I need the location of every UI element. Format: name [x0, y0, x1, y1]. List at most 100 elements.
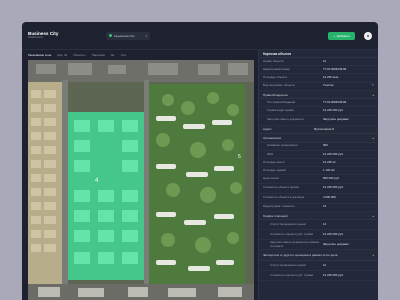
field-label: Статус проведения оценки — [270, 222, 306, 226]
top-bar: Business City Dashboard Кузьминки City ▾… — [22, 22, 378, 50]
panel-header: Карточка объекта — [259, 50, 378, 58]
field-row[interactable]: Загрузка самого документа Загрузить докум… — [259, 116, 378, 126]
field-row[interactable]: Стоимость объекта в договоре 4 000 000 — [259, 194, 378, 204]
field-row[interactable]: Название организации 000 — [259, 143, 378, 151]
avatar-initial: A — [366, 33, 370, 38]
tab-objects[interactable]: Объекты — [73, 53, 85, 57]
tab-parking[interactable]: Парковки — [92, 53, 105, 57]
object-card-panel: Карточка объекта Номер объекта 12 Кадастро… — [258, 50, 378, 300]
add-button[interactable]: + Добавить — [328, 31, 355, 40]
section-org[interactable]: Организация ▴ — [259, 134, 378, 143]
field-row[interactable]: Площадь земли 13 225 м² — [259, 159, 378, 168]
field-row[interactable]: Статус проведения оценки 12 — [259, 261, 378, 272]
field-value: 000 — [322, 143, 328, 148]
chevron-up-icon: ▴ — [372, 135, 374, 140]
field-label: Площадь зданий — [263, 168, 286, 173]
field-value: 13 225 000 руб. — [322, 185, 344, 190]
field-value: Участок — [322, 83, 334, 88]
field-label: Площадь объекта — [263, 75, 288, 80]
field-row[interactable]: Тип правообладания 77:01:0004049:96 — [259, 99, 378, 108]
field-label: Номер объекта — [263, 58, 284, 63]
section-address[interactable]: Адрес Бухгалтерия 9 — [259, 125, 378, 135]
field-row[interactable]: Стоимость сделки в руб. Сумма 13 225 000 … — [259, 230, 378, 241]
field-value: 77:01:0004049:96 — [322, 67, 347, 72]
section-rights[interactable]: Правообладатель ▴ — [259, 90, 378, 100]
section-address-title: Адрес — [263, 127, 272, 132]
field-row[interactable]: Стоимость объекта сделки 13 225 000 руб. — [259, 184, 378, 194]
field-label: Цена земли — [263, 176, 279, 181]
field-value: 13 225 000 руб. — [322, 232, 344, 236]
plus-icon: + — [333, 33, 336, 38]
field-value: 13 225 000 руб. — [322, 108, 344, 113]
field-row[interactable]: Площадь объекта 13 225 кв.м. — [259, 74, 378, 83]
field-label: Стоимость сделки в руб. Сумма — [270, 273, 314, 277]
tab-cadastral[interactable]: Кад. № — [57, 53, 67, 57]
tab-bar: Межевание зона Кад. № Объекты Парковки З… — [22, 50, 258, 59]
chevron-up-icon: ▴ — [372, 92, 374, 97]
field-value: 13 225 кв.м. — [322, 75, 339, 80]
avatar[interactable]: A — [364, 31, 372, 40]
aerial-map-image: 4 5 — [28, 60, 254, 300]
field-row[interactable]: Статус проведения оценки 12 — [259, 220, 378, 231]
field-value: 13 225 м² — [322, 159, 336, 164]
plot-label: 5 — [238, 154, 241, 160]
field-label: Стоимость сделки в руб. Сумма — [270, 232, 314, 236]
field-value: 12 — [322, 263, 327, 267]
field-value: 1 100 м2 — [322, 168, 335, 173]
field-row[interactable]: Стоимость сделки в руб. Сумма 13 225 000 … — [259, 271, 378, 282]
field-label: Сумма кадастровая — [267, 108, 294, 113]
field-value: 12 — [322, 222, 327, 226]
tab-gen[interactable]: Ген. — [121, 53, 127, 57]
field-label: Стоимость объекта в договоре — [263, 195, 305, 200]
field-value: 4 000 000 — [322, 195, 336, 200]
field-row[interactable]: Загрузка самого документа в рамках контр… — [259, 240, 378, 251]
brand-subtitle: Dashboard — [28, 35, 43, 40]
brand[interactable]: Business City Dashboard — [28, 31, 106, 40]
project-selector-label: Кузьминки City — [114, 33, 135, 38]
app-window: Business City Dashboard Кузьминки City ▾… — [22, 22, 378, 300]
field-label: Загрузка самого документа — [267, 117, 304, 122]
field-row[interactable]: Цена земли 500 000 руб. — [259, 175, 378, 184]
field-label: Статус проведения оценки — [270, 263, 306, 267]
field-value: 13 225 000 руб. — [322, 151, 344, 156]
field-value: Загрузить документ — [322, 117, 350, 122]
field-row[interactable]: Вид вносимого объекта Участок ✎ — [259, 83, 378, 91]
field-row[interactable]: Кадастровая стоимость 13 — [259, 204, 378, 212]
section-expertise[interactable]: Экспертиза от другого оценщика в рамках … — [259, 250, 378, 262]
field-label: Площадь земли — [263, 159, 285, 164]
tab-zn[interactable]: Зн. — [111, 53, 115, 57]
field-value: 13 — [322, 204, 327, 209]
field-label: Стоимость объекта сделки — [263, 185, 300, 190]
field-label: Загрузка самого документа в рамках контр… — [270, 240, 320, 248]
field-row[interactable]: Сумма кадастровая 13 225 000 руб. — [259, 107, 378, 116]
edit-icon[interactable]: ✎ — [371, 84, 374, 88]
section-payments-title: График платежей — [263, 213, 288, 218]
field-label: Кадастровая стоимость — [263, 204, 295, 209]
field-row[interactable]: Номер объекта 12 — [259, 58, 378, 67]
field-row[interactable]: Площадь зданий 1 100 м2 — [259, 167, 378, 176]
field-label: Название организации — [267, 143, 298, 148]
aerial-map[interactable]: 4 5 — [28, 60, 254, 300]
field-value: 12 — [322, 58, 327, 63]
add-button-label: Добавить — [336, 33, 350, 38]
field-label: Вид вносимого объекта — [263, 83, 295, 88]
section-address-value: Бухгалтерия 9 — [314, 127, 334, 132]
chevron-down-icon: ▾ — [145, 33, 147, 38]
field-value: 13 225 000 руб. — [322, 273, 344, 277]
status-dot-icon — [109, 34, 112, 37]
field-value: 500 000 руб. — [322, 176, 340, 181]
section-expertise-title: Экспертиза от другого оценщика в рамках … — [263, 253, 338, 258]
field-value: Загрузить документ — [322, 242, 350, 246]
tab-zoning[interactable]: Межевание зона — [28, 53, 51, 57]
field-label: ИНН — [267, 151, 274, 156]
field-row[interactable]: Кадастровый номер 77:01:0004049:96 — [259, 66, 378, 75]
field-label: Кадастровый номер — [263, 67, 291, 72]
chevron-up-icon: ▴ — [372, 213, 374, 218]
section-org-title: Организация — [263, 135, 282, 140]
section-payments[interactable]: График платежей ▴ — [259, 211, 378, 221]
field-value: 77:01:0004049:96 — [322, 100, 347, 105]
section-rights-title: Правообладатель — [263, 92, 288, 97]
project-selector[interactable]: Кузьминки City ▾ — [106, 31, 150, 40]
field-row[interactable]: ИНН 13 225 000 руб. — [259, 151, 378, 159]
field-label: Тип правообладания — [267, 100, 296, 105]
